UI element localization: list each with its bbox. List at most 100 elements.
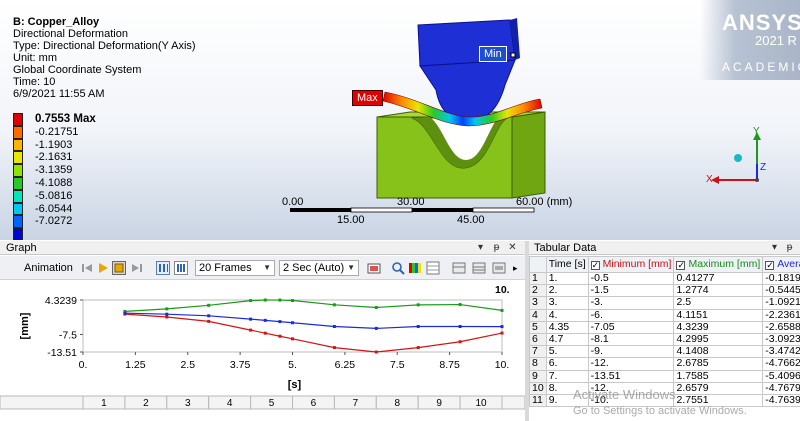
table-cell: -9. bbox=[587, 345, 675, 359]
table-row[interactable]: 8 6. -12. 2.6785 -4.7662 bbox=[529, 357, 800, 371]
x-axis-label: [s] bbox=[288, 379, 302, 391]
row-number-cell: 7 bbox=[529, 345, 547, 359]
table-cell: 4.1151 bbox=[673, 308, 764, 322]
data-point bbox=[416, 346, 420, 350]
watermark-line: Activate Windows bbox=[573, 387, 676, 402]
brand-version: 2021 R bbox=[755, 33, 797, 48]
table-row[interactable]: 5 4.35 -7.05 4.3239 -2.6588 bbox=[529, 320, 800, 334]
frame-number: 10 bbox=[475, 398, 487, 409]
data-point bbox=[207, 303, 211, 307]
table-header-row: Time [s] ✓ Minimum [mm] ✓ Maximum [mm] ✓ Av… bbox=[529, 256, 800, 273]
column-header-time[interactable]: Time [s] bbox=[545, 256, 589, 273]
table-cell: 4.7 bbox=[545, 332, 589, 347]
ansys-logo: ANSYS 2021 R ACADEMIC bbox=[722, 10, 800, 74]
table-row[interactable]: 4 4. -6. 4.1151 -2.2361 bbox=[529, 308, 800, 322]
data-point bbox=[263, 318, 267, 322]
stop-icon[interactable] bbox=[112, 261, 126, 275]
chevron-down-icon: ▼ bbox=[347, 263, 355, 272]
table-row[interactable]: 3 3. -3. 2.5 -1.0921 bbox=[529, 296, 800, 310]
table-cell: -1.5 bbox=[587, 284, 675, 298]
data-point bbox=[278, 298, 282, 302]
table-cell: 7. bbox=[545, 369, 589, 383]
pin-icon[interactable]: ▾ bbox=[476, 243, 485, 253]
frame-number: 9 bbox=[436, 398, 442, 409]
graphics-viewport[interactable]: B: Copper_Alloy Directional Deformation … bbox=[0, 0, 800, 240]
checkbox-icon[interactable]: ✓ bbox=[765, 261, 775, 270]
table-row[interactable]: 7 5. -9. 4.1408 -3.4742 bbox=[529, 345, 800, 359]
table-cell: -4.7662 bbox=[762, 357, 800, 371]
duration-select[interactable]: 2 Sec (Auto) ▼ bbox=[279, 260, 359, 276]
table-cell: -1.0921 bbox=[762, 296, 800, 310]
die-side bbox=[511, 111, 546, 199]
table-view-icon[interactable] bbox=[452, 261, 466, 275]
scale-tick-label: 45.00 bbox=[457, 214, 485, 226]
previous-frame-icon[interactable] bbox=[80, 261, 94, 275]
frame-number: 2 bbox=[143, 398, 149, 409]
checkbox-icon[interactable]: ✓ bbox=[590, 261, 600, 270]
table-row[interactable]: 11.-0.50.41277-0.18195 bbox=[529, 271, 800, 286]
table-cell: -8.1 bbox=[587, 332, 675, 347]
table-row[interactable]: 9 7. -13.51 1.7585 -5.4096 bbox=[529, 369, 800, 383]
table-cell: 6. bbox=[545, 357, 589, 371]
frame-number: 1 bbox=[101, 398, 107, 409]
table-cell: -5.4096 bbox=[762, 369, 800, 383]
row-number-cell: 6 bbox=[529, 332, 547, 347]
table-cell: 0.41277 bbox=[673, 271, 764, 286]
table-cell: -3. bbox=[587, 296, 675, 310]
data-point bbox=[291, 321, 294, 325]
table-cell: 1.2774 bbox=[673, 284, 764, 298]
close-icon[interactable]: ✕ bbox=[508, 243, 517, 253]
x-tick-label: 2.5 bbox=[180, 359, 195, 371]
table-row[interactable]: 6 4.7 -8.1 4.2995 -3.0923 bbox=[529, 332, 800, 347]
data-point bbox=[165, 312, 169, 316]
table-cell: 2. bbox=[545, 284, 589, 298]
color-legend-icon[interactable] bbox=[408, 261, 422, 275]
auto-hide-icon[interactable]: ᵽ bbox=[785, 243, 794, 253]
row-number-header bbox=[529, 256, 547, 273]
x-tick-label: 5. bbox=[288, 359, 297, 371]
table-cell: -0.54458 bbox=[762, 284, 800, 298]
table-cell: -0.5 bbox=[587, 271, 675, 286]
play-icon[interactable] bbox=[96, 261, 110, 275]
checkbox-icon[interactable]: ✓ bbox=[676, 261, 686, 270]
x-tick-label: 1.25 bbox=[125, 359, 146, 371]
x-tick-label: 0. bbox=[79, 359, 88, 371]
y-axis-label: [mm] bbox=[19, 312, 31, 339]
table-cell: 4.35 bbox=[545, 320, 589, 334]
data-point bbox=[458, 340, 462, 344]
scale-tick-label: 60.00 (mm) bbox=[516, 196, 573, 208]
result-sets-icon[interactable] bbox=[174, 261, 188, 275]
row-number-cell: 4 bbox=[529, 308, 547, 322]
data-point bbox=[374, 305, 378, 309]
graph-panel-header: Graph ▾ ᵽ ✕ bbox=[0, 241, 525, 255]
y-tick-label: -13.51 bbox=[47, 347, 77, 359]
chart-view-icon[interactable] bbox=[472, 261, 486, 275]
frames-select[interactable]: 20 Frames ▼ bbox=[195, 260, 275, 276]
data-point bbox=[500, 308, 504, 312]
table-cell: 1.7585 bbox=[673, 369, 764, 383]
y-tick-label: -7.5 bbox=[59, 329, 77, 341]
column-header-average[interactable]: ✓Avera bbox=[762, 256, 800, 273]
scale-bar bbox=[290, 207, 535, 213]
frame-row-tail bbox=[501, 395, 525, 410]
distributed-frames-icon[interactable] bbox=[156, 261, 170, 275]
toolbar-overflow-icon[interactable]: ▸ bbox=[513, 260, 518, 276]
settings-icon[interactable] bbox=[492, 261, 506, 275]
auto-hide-icon[interactable]: ᵽ bbox=[492, 243, 501, 253]
frames-value: 20 Frames bbox=[199, 262, 252, 274]
graph-chart-area[interactable]: 4.3239 -7.5 -13.51 0. 1.25 2.5 3.75 5. 6.25 7.5 8.… bbox=[0, 281, 525, 421]
grid-view-icon[interactable] bbox=[426, 261, 440, 275]
next-frame-icon[interactable] bbox=[130, 261, 144, 275]
x-tick-label: 8.75 bbox=[439, 359, 460, 371]
table-cell: 2.6785 bbox=[673, 357, 764, 371]
column-header-maximum[interactable]: ✓ Maximum [mm] bbox=[673, 256, 764, 273]
table-cell: -7.05 bbox=[587, 320, 675, 334]
pin-icon[interactable]: ▾ bbox=[770, 243, 779, 253]
data-point bbox=[291, 299, 294, 303]
zoom-fit-icon[interactable] bbox=[391, 261, 405, 275]
table-cell: -0.18195 bbox=[762, 271, 800, 286]
table-row[interactable]: 22.-1.51.2774-0.54458 bbox=[529, 284, 800, 298]
column-header-minimum[interactable]: ✓ Minimum [mm] bbox=[587, 256, 675, 273]
export-video-icon[interactable] bbox=[367, 261, 381, 275]
x-tick-label: 7.5 bbox=[390, 359, 405, 371]
